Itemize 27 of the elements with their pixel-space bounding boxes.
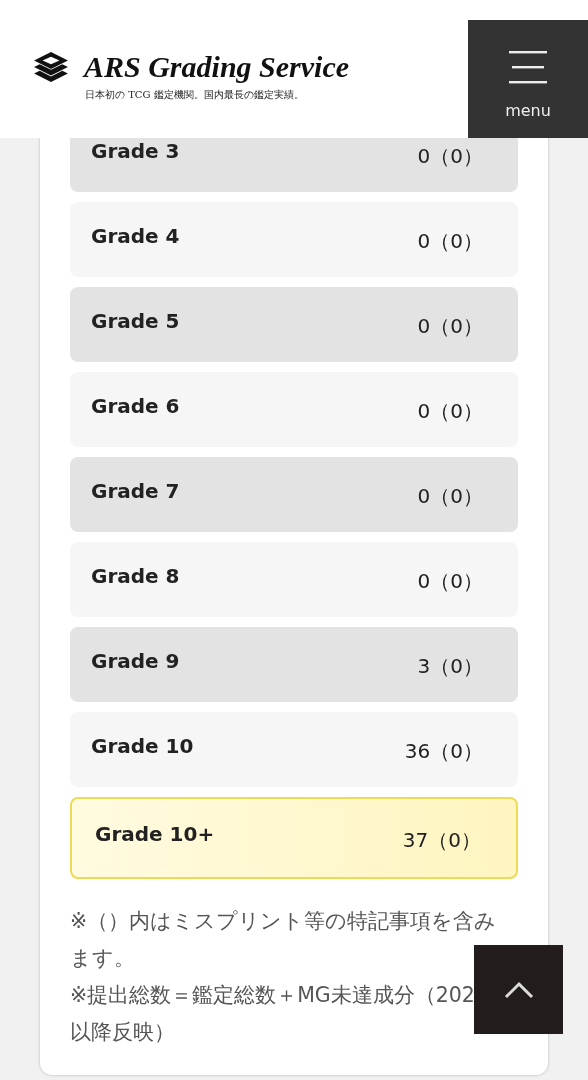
menu-button[interactable]: menu — [468, 20, 588, 138]
tagline: 日本初の TCG 鑑定機関。国内最長の鑑定実績。 — [85, 88, 305, 102]
grade-label: Grade 10 — [91, 733, 194, 758]
grade-label: Grade 3 — [91, 138, 180, 163]
grade-label: Grade 7 — [91, 478, 180, 503]
grade-label: Grade 9 — [91, 648, 180, 673]
grade-count: 0（0） — [417, 483, 483, 510]
grade-label: Grade 8 — [91, 563, 180, 588]
back-to-top-button[interactable] — [474, 945, 563, 1034]
grade-count: 0（0） — [417, 398, 483, 425]
grade-label: Grade 10+ — [95, 822, 215, 846]
chevron-up-icon — [503, 980, 534, 999]
note-text: ※提出総数＝鑑定総数＋MG未達成分（202 — [70, 982, 475, 1009]
note-text: 以降反映） — [70, 1019, 175, 1046]
logo-title[interactable]: ARS Grading Service — [84, 50, 350, 84]
grade-label: Grade 4 — [91, 223, 180, 248]
grade-count: 36（0） — [404, 738, 483, 765]
grade-count: 0（0） — [417, 568, 483, 595]
logo-icon — [32, 51, 70, 83]
grade-label: Grade 5 — [91, 308, 180, 333]
grade-label: Grade 6 — [91, 393, 180, 418]
grade-count: 0（0） — [417, 143, 483, 170]
grade-count: 37（0） — [402, 826, 481, 854]
grade-count: 0（0） — [417, 313, 483, 340]
grade-count: 3（0） — [417, 653, 483, 680]
note-text: ※（）内はミスプリント等の特記事項を含みます。 — [70, 908, 498, 972]
grade-count: 0（0） — [417, 228, 483, 255]
